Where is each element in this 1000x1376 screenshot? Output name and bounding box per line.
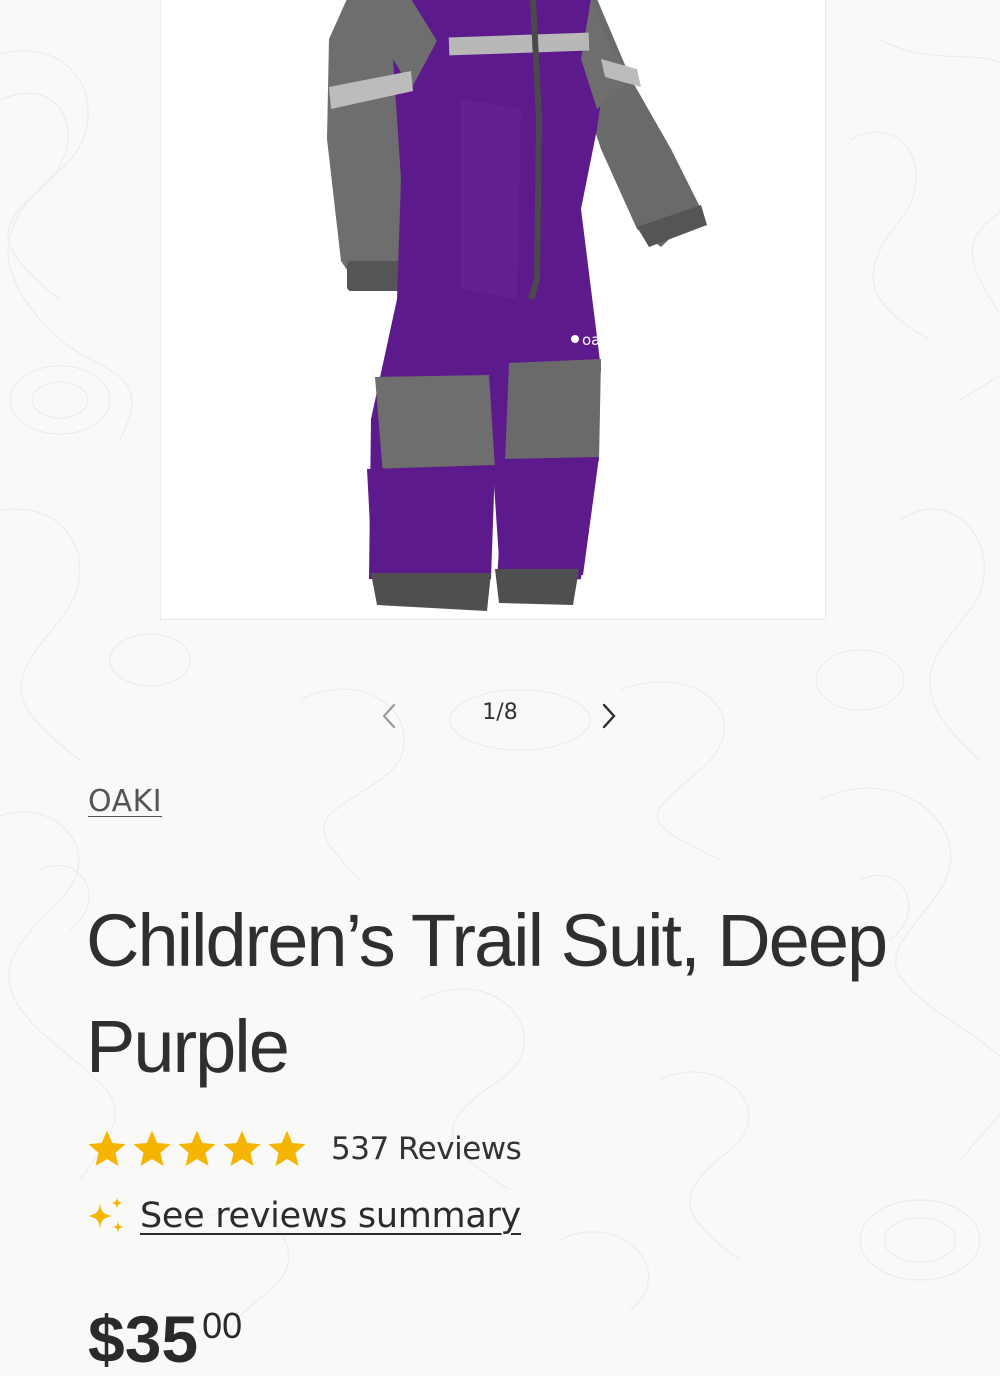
price-main: $35 (88, 1302, 199, 1376)
review-count[interactable]: 537 Reviews (331, 1131, 522, 1167)
star-icon (268, 1130, 306, 1166)
reviews-summary-row[interactable]: See reviews summary (86, 1188, 521, 1244)
vendor-link[interactable]: OAKI (88, 784, 162, 819)
product-price: $35 00 (88, 1304, 242, 1374)
svg-text:oaki: oaki (582, 331, 613, 349)
previous-image-button[interactable] (370, 698, 410, 734)
product-image[interactable]: oaki (161, 0, 826, 620)
chevron-left-icon (382, 703, 396, 729)
sparkle-icon (88, 1197, 124, 1233)
gallery-pager: 1/8 (370, 690, 630, 740)
star-icon (223, 1130, 261, 1166)
chevron-right-icon (602, 703, 616, 729)
product-title: Children’s Trail Suit, Deep Purple (86, 899, 888, 1088)
next-image-button[interactable] (588, 698, 628, 734)
star-icon (88, 1130, 126, 1166)
star-rating (86, 1128, 311, 1170)
rating-row[interactable]: 537 Reviews (86, 1124, 522, 1174)
image-counter: 1/8 (482, 700, 518, 725)
price-cents: 00 (202, 1305, 243, 1346)
star-icon (133, 1130, 171, 1166)
see-reviews-summary-link[interactable]: See reviews summary (140, 1196, 521, 1236)
product-gallery[interactable]: oaki (160, 0, 826, 620)
star-icon (178, 1130, 216, 1166)
